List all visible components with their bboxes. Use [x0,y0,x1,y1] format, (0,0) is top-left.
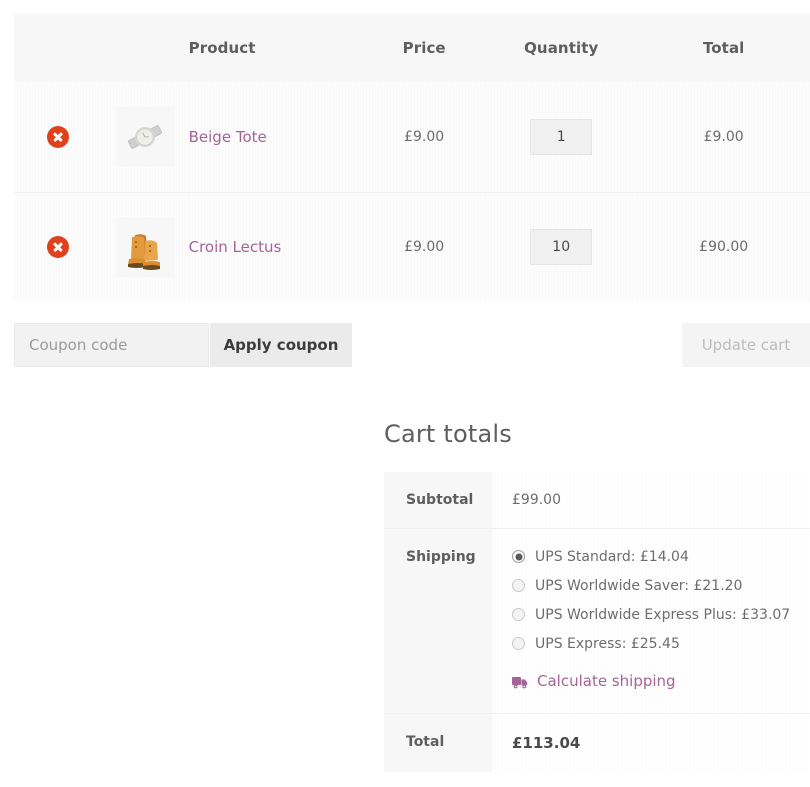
subtotal-row: Subtotal £99.00 [384,472,810,529]
shipping-option-ups-worldwide-express-plus[interactable]: UPS Worldwide Express Plus: £33.07 [512,607,810,623]
shipping-options-list: UPS Standard: £14.04 UPS Worldwide Saver… [512,549,810,652]
update-cart-button[interactable]: Update cart [682,323,810,367]
cell-quantity: 10 [485,191,638,302]
cell-thumbnail [101,191,189,302]
shipping-option-label: UPS Express: £25.45 [535,636,680,652]
calculate-shipping-link[interactable]: Calculate shipping [537,672,676,690]
quantity-input[interactable]: 10 [530,229,593,266]
cart-items-table: Product Price Quantity Total Beige Tote … [14,14,810,302]
shipping-option-label: UPS Standard: £14.04 [535,549,689,565]
radio-ups-worldwide-saver[interactable] [512,579,525,592]
shipping-option-label: UPS Worldwide Saver: £21.20 [535,578,743,594]
shipping-label: Shipping [384,528,492,714]
remove-circle-icon[interactable] [46,236,69,259]
radio-ups-express[interactable] [512,637,525,650]
remove-circle-icon[interactable] [46,125,69,148]
total-row: Total £113.04 [384,713,810,772]
quantity-input[interactable]: 1 [530,118,593,155]
radio-ups-standard[interactable] [512,550,525,563]
cart-totals-table: Subtotal £99.00 Shipping UPS Standard: £… [384,472,810,772]
product-link[interactable]: Beige Tote [189,128,267,146]
cart-table-header-row: Product Price Quantity Total [14,14,810,82]
truck-icon [512,675,529,693]
cell-product-name: Beige Tote [188,82,364,192]
cart-table-head: Product Price Quantity Total [14,14,810,82]
column-header-remove [14,14,102,82]
coupon-code-input[interactable] [14,323,209,367]
apply-coupon-button[interactable]: Apply coupon [210,323,352,367]
cell-total: £9.00 [637,82,810,192]
cell-total: £90.00 [637,191,810,302]
table-row: Croin Lectus £9.00 10 £90.00 [14,191,810,302]
product-link[interactable]: Croin Lectus [189,238,282,256]
shipping-option-label: UPS Worldwide Express Plus: £33.07 [535,607,791,623]
column-header-product: Product [188,14,364,82]
column-header-price: Price [363,14,486,82]
cell-price: £9.00 [363,191,486,302]
total-label: Total [384,713,492,772]
cell-thumbnail [101,82,189,192]
subtotal-label: Subtotal [384,472,492,529]
shipping-options-cell: UPS Standard: £14.04 UPS Worldwide Saver… [492,528,810,714]
product-thumbnail-watch[interactable] [114,106,175,167]
cart-page: Product Price Quantity Total Beige Tote … [0,0,810,787]
cart-totals-section: Cart totals Subtotal £99.00 Shipping UPS… [384,420,810,772]
table-row: Beige Tote £9.00 1 £9.00 [14,82,810,192]
cart-actions-row: Apply coupon Update cart [14,323,810,367]
radio-ups-worldwide-express-plus[interactable] [512,608,525,621]
shipping-option-ups-express[interactable]: UPS Express: £25.45 [512,636,810,652]
total-value: £113.04 [512,734,581,752]
subtotal-value: £99.00 [492,472,810,529]
shipping-option-ups-worldwide-saver[interactable]: UPS Worldwide Saver: £21.20 [512,578,810,594]
product-thumbnail-boots[interactable] [114,217,175,278]
column-header-total: Total [637,14,810,82]
shipping-option-ups-standard[interactable]: UPS Standard: £14.04 [512,549,810,565]
cell-remove [14,191,102,302]
cart-table-body: Beige Tote £9.00 1 £9.00 Croin Lectus £9… [14,82,810,302]
cell-product-name: Croin Lectus [188,191,364,302]
cart-totals-title: Cart totals [384,420,512,448]
shipping-row: Shipping UPS Standard: £14.04 UPS Worldw… [384,528,810,714]
calculate-shipping-wrap: Calculate shipping [512,672,810,693]
column-header-quantity: Quantity [485,14,638,82]
column-header-thumbnail [101,14,189,82]
cell-quantity: 1 [485,82,638,192]
cell-remove [14,82,102,192]
cell-price: £9.00 [363,82,486,192]
